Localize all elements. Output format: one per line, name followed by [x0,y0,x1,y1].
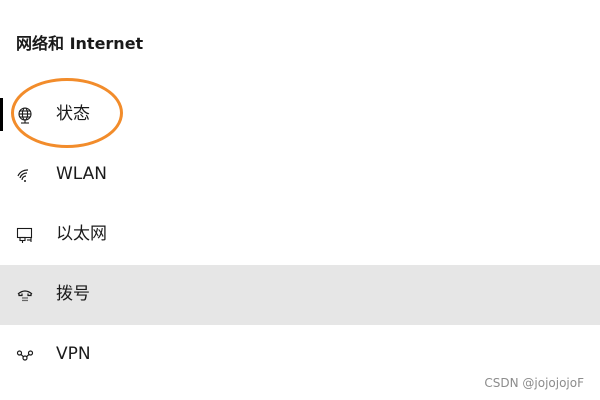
wifi-icon [16,166,34,184]
globe-icon [16,106,34,124]
settings-nav: 状态 WLAN 以太网 拨号 VPN [0,85,600,385]
nav-item-label: 拨号 [56,284,90,304]
nav-item-label: 状态 [56,104,90,124]
dialup-icon [16,286,34,304]
nav-item-label: 以太网 [56,224,107,244]
nav-item-dialup[interactable]: 拨号 [0,265,600,325]
nav-item-status[interactable]: 状态 [0,85,600,145]
vpn-icon [16,346,34,364]
nav-item-wlan[interactable]: WLAN [0,145,600,205]
ethernet-icon [16,226,34,244]
nav-item-label: VPN [56,344,91,364]
selected-indicator [0,98,3,131]
nav-item-ethernet[interactable]: 以太网 [0,205,600,265]
page-title: 网络和 Internet [16,34,144,53]
watermark: CSDN @jojojojoF [484,376,584,390]
nav-item-label: WLAN [56,164,108,184]
